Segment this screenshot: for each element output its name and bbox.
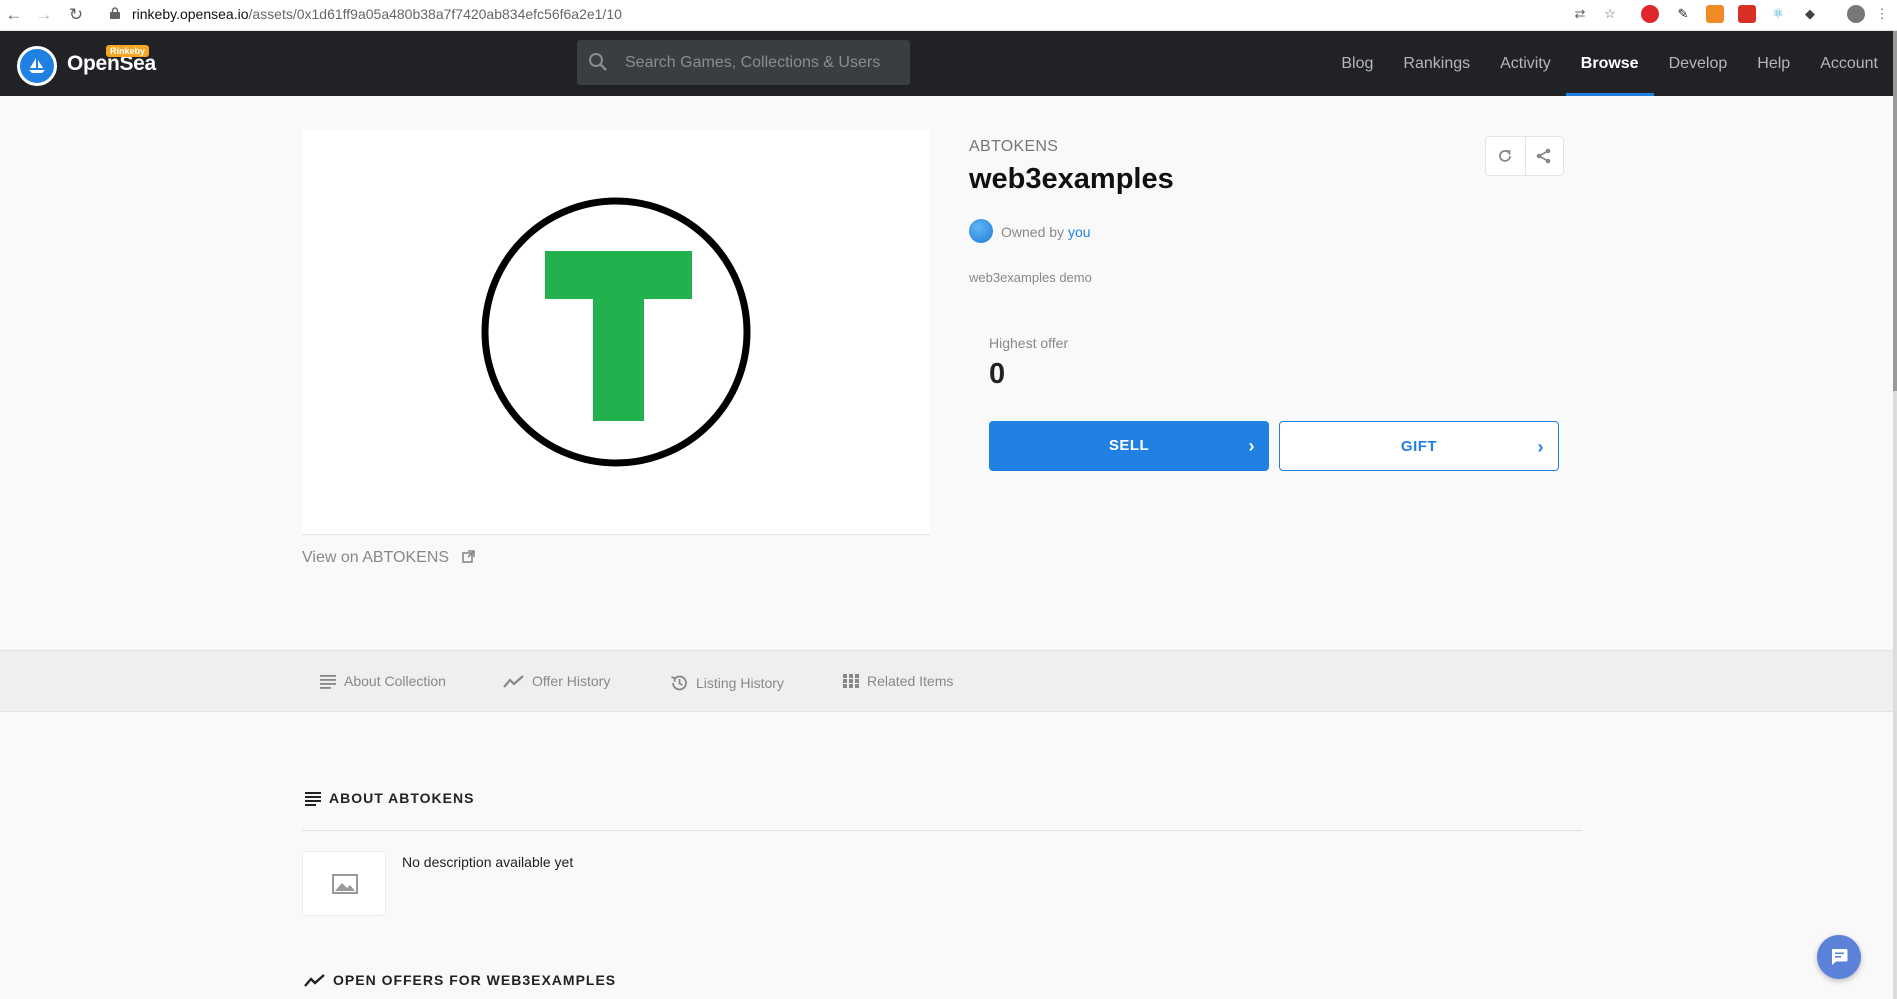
tab-listing-history[interactable]: Listing History bbox=[669, 673, 784, 693]
chevron-right-icon: › bbox=[1537, 437, 1544, 457]
owner-avatar[interactable] bbox=[969, 219, 993, 243]
history-clock-icon bbox=[671, 675, 687, 691]
nav-link-help[interactable]: Help bbox=[1742, 31, 1805, 96]
owner-text: Owned by you bbox=[1001, 224, 1091, 240]
section-tabs: About Collection Offer History Listing H… bbox=[0, 650, 1893, 712]
nav-link-develop[interactable]: Develop bbox=[1654, 31, 1743, 96]
ship-logo-icon bbox=[29, 58, 45, 73]
offers-section-header: OPEN OFFERS FOR WEB3EXAMPLES bbox=[304, 972, 616, 988]
nav-link-account[interactable]: Account bbox=[1805, 31, 1893, 96]
share-button[interactable] bbox=[1524, 137, 1564, 175]
search-icon bbox=[589, 53, 607, 71]
asset-title: web3examples bbox=[969, 163, 1174, 195]
tab-label: Listing History bbox=[696, 675, 784, 691]
collection-thumbnail bbox=[302, 851, 386, 916]
highest-offer-value: 0 bbox=[989, 358, 1006, 390]
owner-link[interactable]: you bbox=[1068, 224, 1091, 240]
tab-label: Related Items bbox=[867, 673, 954, 689]
trend-line-icon bbox=[503, 675, 524, 688]
nav-link-activity[interactable]: Activity bbox=[1485, 31, 1566, 96]
collection-name[interactable]: ABTOKENS bbox=[969, 138, 1058, 156]
view-link-label: View on ABTOKENS bbox=[302, 549, 450, 566]
translate-icon[interactable]: ⇄ bbox=[1571, 5, 1589, 23]
chat-support-button[interactable] bbox=[1817, 935, 1861, 979]
nav-link-blog[interactable]: Blog bbox=[1326, 31, 1388, 96]
sell-button[interactable]: SELL › bbox=[989, 421, 1269, 471]
about-section-title: ABOUT ABTOKENS bbox=[329, 790, 475, 806]
asset-image[interactable] bbox=[302, 130, 930, 535]
about-section-header: ABOUT ABTOKENS bbox=[304, 790, 474, 806]
network-badge: Rinkeby bbox=[106, 45, 150, 57]
token-t-icon bbox=[481, 197, 751, 467]
view-on-collection-link[interactable]: View on ABTOKENS bbox=[302, 549, 475, 567]
refresh-button[interactable] bbox=[1486, 137, 1525, 175]
lock-icon bbox=[110, 7, 120, 19]
scrollbar-thumb[interactable] bbox=[1893, 31, 1897, 391]
tab-about-collection[interactable]: About Collection bbox=[319, 673, 446, 689]
search-placeholder: Search Games, Collections & Users bbox=[625, 54, 881, 71]
chat-bubble-icon bbox=[1831, 949, 1848, 965]
main-nav: Blog Rankings Activity Browse Develop He… bbox=[1326, 31, 1893, 96]
browser-toolbar: ← → ↻ rinkeby.opensea.io/assets/0x1d61ff… bbox=[0, 0, 1897, 31]
offers-section-title: OPEN OFFERS FOR WEB3EXAMPLES bbox=[333, 972, 617, 988]
refresh-icon bbox=[1499, 150, 1512, 162]
trend-line-icon bbox=[304, 974, 325, 987]
browser-menu-icon[interactable]: ⋮ bbox=[1873, 5, 1891, 23]
extension-pen-icon[interactable]: ✎ bbox=[1674, 5, 1692, 23]
asset-description: web3examples demo bbox=[969, 270, 1092, 285]
extension-react-icon[interactable]: ⚛ bbox=[1769, 5, 1787, 23]
profile-avatar-icon[interactable] bbox=[1847, 5, 1865, 23]
sell-button-label: SELL bbox=[1108, 437, 1150, 454]
address-bar[interactable]: rinkeby.opensea.io/assets/0x1d61ff9a05a4… bbox=[132, 6, 622, 22]
url-path: /assets/0x1d61ff9a05a480b38a7f7420ab834e… bbox=[248, 6, 622, 22]
nav-link-browse[interactable]: Browse bbox=[1565, 31, 1654, 96]
site-header: OpenSea Rinkeby Search Games, Collection… bbox=[0, 31, 1893, 96]
tab-label: About Collection bbox=[344, 673, 446, 689]
metamask-fox-icon[interactable] bbox=[1706, 5, 1724, 23]
section-divider bbox=[302, 830, 1582, 831]
chevron-right-icon: › bbox=[1248, 436, 1255, 456]
tab-related-items[interactable]: Related Items bbox=[842, 673, 953, 689]
tab-label: Offer History bbox=[532, 673, 611, 689]
owned-by-label: Owned by bbox=[1001, 224, 1065, 240]
list-icon bbox=[305, 792, 321, 806]
highest-offer-label: Highest offer bbox=[989, 335, 1069, 351]
gift-button[interactable]: GIFT › bbox=[1279, 421, 1559, 471]
list-icon bbox=[320, 675, 336, 689]
external-link-icon bbox=[461, 550, 475, 563]
extension-cube-icon[interactable]: ◆ bbox=[1801, 5, 1819, 23]
extension-pdf-icon[interactable] bbox=[1738, 5, 1756, 23]
extension-opera-icon[interactable] bbox=[1641, 5, 1659, 23]
nav-link-rankings[interactable]: Rankings bbox=[1388, 31, 1485, 96]
tab-offer-history[interactable]: Offer History bbox=[503, 673, 610, 689]
image-placeholder-icon bbox=[332, 874, 358, 894]
url-host: rinkeby.opensea.io bbox=[132, 6, 249, 22]
about-description: No description available yet bbox=[402, 854, 574, 870]
back-arrow-icon[interactable]: ← bbox=[4, 5, 24, 25]
opensea-logo[interactable] bbox=[17, 46, 57, 86]
grid-icon bbox=[843, 674, 859, 688]
search-input[interactable]: Search Games, Collections & Users bbox=[577, 40, 910, 85]
share-icon bbox=[1536, 148, 1551, 164]
reload-icon[interactable]: ↻ bbox=[66, 5, 86, 25]
page-scrollbar[interactable] bbox=[1893, 31, 1897, 999]
bookmark-star-icon[interactable]: ☆ bbox=[1601, 5, 1619, 23]
forward-arrow-icon[interactable]: → bbox=[34, 5, 54, 25]
gift-button-label: GIFT bbox=[1400, 438, 1438, 455]
asset-actions bbox=[1485, 136, 1564, 176]
